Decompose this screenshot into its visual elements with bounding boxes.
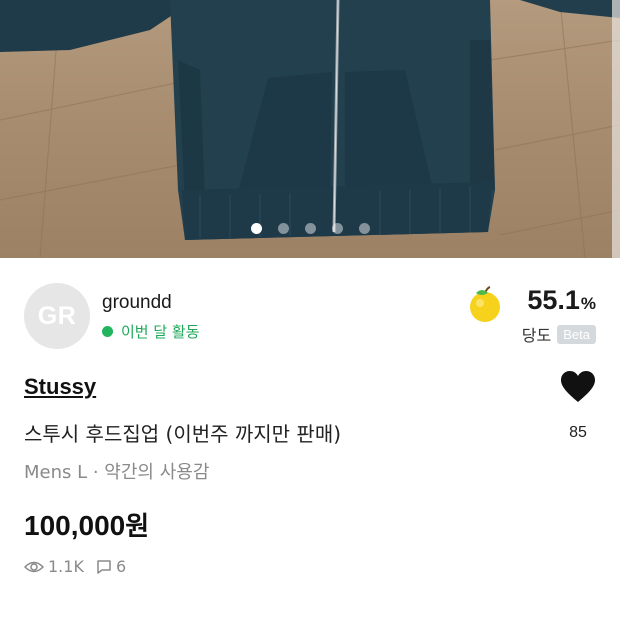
activity-dot-icon <box>102 326 113 337</box>
heart-icon <box>561 371 595 402</box>
product-meta: Mens L · 약간의 사용감 <box>24 462 210 483</box>
gallery-dot[interactable] <box>305 223 316 234</box>
chat-count: 6 <box>96 557 126 576</box>
eye-icon <box>24 561 44 572</box>
sweetness-value: 55.1% <box>527 285 596 316</box>
gallery-dot[interactable] <box>278 223 289 234</box>
seller-activity: 이번 달 활동 <box>102 321 200 342</box>
like-button[interactable] <box>556 370 600 408</box>
chat-bubble-icon <box>97 559 111 574</box>
hoodie-photo-illustration <box>0 0 620 258</box>
gallery-pagination <box>0 223 620 235</box>
gallery-dot[interactable] <box>359 223 370 234</box>
product-stats: 1.1K 6 <box>24 557 138 576</box>
price-unit: 원 <box>125 512 150 542</box>
seller-name[interactable]: groundd <box>102 292 172 314</box>
price-number: 100,000 <box>24 510 126 541</box>
product-title: 스투시 후드집업 (이번주 까지만 판매) <box>24 422 342 446</box>
sweetness-score[interactable]: 55.1% 당도 Beta <box>456 283 596 349</box>
sweetness-label: 당도 <box>521 326 552 345</box>
activity-label: 이번 달 활동 <box>121 323 200 341</box>
avatar[interactable]: GR <box>24 283 90 349</box>
gallery-dot-active[interactable] <box>251 223 262 234</box>
sweetness-unit: % <box>580 294 596 313</box>
beta-badge: Beta <box>557 324 596 344</box>
view-count-value: 1.1K <box>48 557 84 576</box>
sweetness-label-row: 당도 Beta <box>522 322 596 346</box>
like-count: 85 <box>569 424 587 441</box>
apple-icon <box>470 286 500 322</box>
product-price: 100,000원 <box>24 506 149 543</box>
brand-link[interactable]: Stussy <box>24 374 96 400</box>
chat-count-value: 6 <box>115 557 127 576</box>
sweetness-number: 55.1 <box>527 285 580 315</box>
view-count: 1.1K <box>24 557 84 576</box>
gallery-dot[interactable] <box>332 223 343 234</box>
seller-row[interactable]: GR groundd 이번 달 활동 55.1% 당도 Beta <box>24 283 596 349</box>
product-photo[interactable] <box>0 0 620 258</box>
